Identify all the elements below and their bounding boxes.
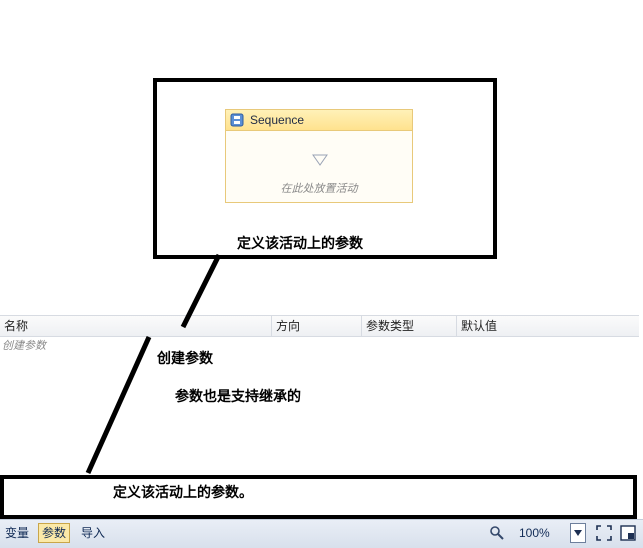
tab-imports[interactable]: 导入 xyxy=(78,523,108,543)
arguments-grid-header: 名称 方向 参数类型 默认值 xyxy=(0,315,639,337)
create-argument-row[interactable]: 创建参数 xyxy=(0,337,46,353)
arguments-panel: 名称 方向 参数类型 默认值 创建参数 xyxy=(0,311,643,475)
column-header-default-value[interactable]: 默认值 xyxy=(457,316,639,336)
tab-arguments[interactable]: 参数 xyxy=(38,523,71,543)
search-icon[interactable] xyxy=(486,523,508,543)
designer-statusbar: 变量 参数 导入 100% xyxy=(0,519,643,548)
dropdown-icon[interactable] xyxy=(570,523,586,543)
tab-variables[interactable]: 变量 xyxy=(2,523,32,543)
fit-to-screen-icon[interactable] xyxy=(593,523,615,543)
column-header-argument-type[interactable]: 参数类型 xyxy=(362,316,457,336)
callout-box-bottom xyxy=(0,475,637,519)
callout-label-define-args: 定义该活动上的参数 xyxy=(237,235,363,251)
callout-label-inheritance: 参数也是支持继承的 xyxy=(175,388,301,404)
callout-box-designer xyxy=(153,78,497,259)
overview-icon[interactable] xyxy=(617,523,639,543)
callout-label-define-args-bottom: 定义该活动上的参数。 xyxy=(113,484,253,500)
column-header-name[interactable]: 名称 xyxy=(0,316,272,336)
zoom-level: 100% xyxy=(519,526,550,540)
callout-label-create-args: 创建参数 xyxy=(157,350,213,366)
column-header-direction[interactable]: 方向 xyxy=(272,316,362,336)
